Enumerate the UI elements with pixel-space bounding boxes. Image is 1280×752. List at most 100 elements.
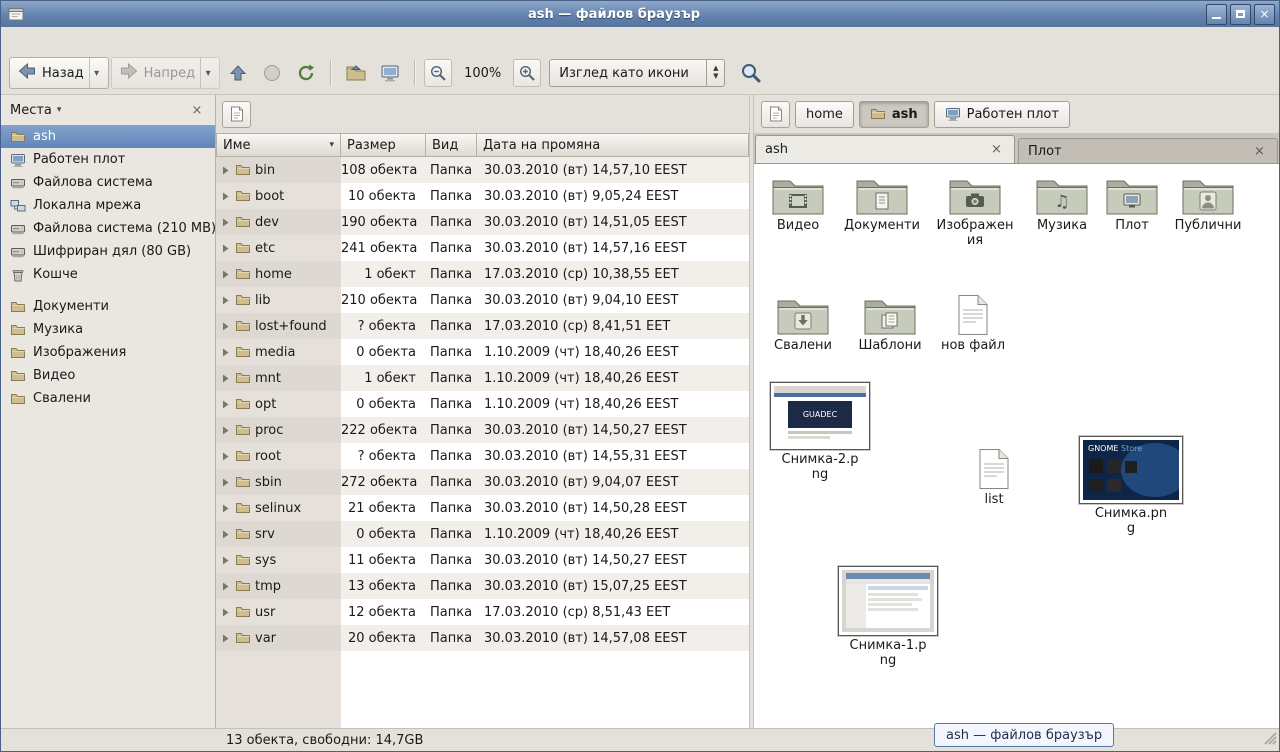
column-header-size[interactable]: Размер (341, 133, 426, 157)
tab-ash[interactable]: ash × (755, 135, 1015, 163)
file-Изображения[interactable]: Изображения (936, 172, 1014, 248)
table-row[interactable]: sys 11 обекта Папка 30.03.2010 (вт) 14,5… (216, 547, 749, 573)
table-row[interactable]: etc 241 обекта Папка 30.03.2010 (вт) 14,… (216, 235, 749, 261)
sidebar-item-Файлова система[interactable]: Файлова система (1, 171, 215, 194)
expander-icon[interactable] (220, 218, 231, 227)
menu-Помощ[interactable] (95, 37, 113, 43)
up-button[interactable] (222, 57, 254, 89)
sidebar-item-Кошче[interactable]: Кошче (1, 263, 215, 286)
path-button-home[interactable]: home (795, 101, 854, 128)
file-Музика[interactable]: ♫ Музика (1026, 172, 1098, 234)
table-row[interactable]: usr 12 обекта Папка 17.03.2010 (ср) 8,51… (216, 599, 749, 625)
expander-icon[interactable] (220, 478, 231, 487)
back-dropdown-arrow[interactable]: ▾ (89, 58, 104, 88)
expander-icon[interactable] (220, 296, 231, 305)
expander-icon[interactable] (220, 348, 231, 357)
sidebar-item-ash[interactable]: ash (1, 125, 215, 148)
file-Видео[interactable]: Видео (762, 172, 834, 234)
menu-Редактиране[interactable] (23, 37, 41, 43)
table-row[interactable]: var 20 обекта Папка 30.03.2010 (вт) 14,5… (216, 625, 749, 651)
chevron-down-icon[interactable]: ▾ (57, 105, 62, 115)
icon-view[interactable]: Видео Документи Изображения ♫ Музика Пло… (754, 163, 1279, 728)
minimize-button[interactable] (1206, 4, 1227, 25)
combo-spin-arrows[interactable]: ▲▼ (706, 60, 724, 86)
sidebar-item-Шифриран дял (80 GB)[interactable]: Шифриран дял (80 GB) (1, 240, 215, 263)
sidebar-item-Видео[interactable]: Видео (1, 364, 215, 387)
forward-button[interactable]: Напред ▾ (111, 57, 220, 89)
close-button[interactable]: × (1254, 4, 1275, 25)
expander-icon[interactable] (220, 556, 231, 565)
table-row[interactable]: bin 108 обекта Папка 30.03.2010 (вт) 14,… (216, 157, 749, 183)
reload-button[interactable] (290, 57, 322, 89)
expander-icon[interactable] (220, 400, 231, 409)
expander-icon[interactable] (220, 270, 231, 279)
expander-icon[interactable] (220, 426, 231, 435)
expander-icon[interactable] (220, 452, 231, 461)
expander-icon[interactable] (220, 608, 231, 617)
sidebar-item-Музика[interactable]: Музика (1, 318, 215, 341)
maximize-button[interactable] (1230, 4, 1251, 25)
table-row[interactable]: proc 222 обекта Папка 30.03.2010 (вт) 14… (216, 417, 749, 443)
location-toggle-button[interactable] (222, 101, 251, 128)
forward-dropdown-arrow[interactable]: ▾ (200, 58, 215, 88)
table-row[interactable]: mnt 1 обект Папка 1.10.2009 (чт) 18,40,2… (216, 365, 749, 391)
table-row[interactable]: sbin 272 обекта Папка 30.03.2010 (вт) 9,… (216, 469, 749, 495)
file-Плот[interactable]: Плот (1100, 172, 1164, 234)
file-list[interactable]: list (964, 448, 1024, 508)
sidebar-item-Локална мрежа[interactable]: Локална мрежа (1, 194, 215, 217)
table-row[interactable]: lost+found ? обекта Папка 17.03.2010 (ср… (216, 313, 749, 339)
sidebar-item-Изображения[interactable]: Изображения (1, 341, 215, 364)
expander-icon[interactable] (220, 244, 231, 253)
sidebar-item-Работен плот[interactable]: Работен плот (1, 148, 215, 171)
home-button[interactable] (340, 57, 372, 89)
menu-Отиване[interactable] (59, 37, 77, 43)
table-row[interactable]: lib 210 обекта Папка 30.03.2010 (вт) 9,0… (216, 287, 749, 313)
zoom-in-button[interactable] (513, 59, 541, 87)
expander-icon[interactable] (220, 504, 231, 513)
stop-button[interactable] (256, 57, 288, 89)
expander-icon[interactable] (220, 192, 231, 201)
path-button-Работен плот[interactable]: Работен плот (934, 101, 1070, 128)
tab-close-icon[interactable]: × (988, 141, 1005, 158)
sidebar-item-Свалени[interactable]: Свалени (1, 387, 215, 410)
menu-Отметки[interactable] (77, 37, 95, 43)
menu-Изглед[interactable] (41, 37, 59, 43)
table-row[interactable]: opt 0 обекта Папка 1.10.2009 (чт) 18,40,… (216, 391, 749, 417)
file-Публични[interactable]: Публични (1168, 172, 1248, 234)
column-header-name[interactable]: Име ▾ (216, 133, 341, 157)
file-Шаблони[interactable]: Шаблони (852, 292, 928, 354)
resize-grip[interactable] (1264, 732, 1277, 749)
tab-close-icon[interactable]: × (1251, 143, 1268, 160)
expander-icon[interactable] (220, 634, 231, 643)
sidebar-close-icon[interactable]: × (188, 103, 206, 118)
expander-icon[interactable] (220, 166, 231, 175)
column-header-date[interactable]: Дата на промяна (477, 133, 749, 157)
expander-icon[interactable] (220, 530, 231, 539)
table-row[interactable]: srv 0 обекта Папка 1.10.2009 (чт) 18,40,… (216, 521, 749, 547)
file-Снимка-2.png[interactable]: GUADEC Снимка-2.png (768, 382, 872, 482)
table-row[interactable]: root ? обекта Папка 30.03.2010 (вт) 14,5… (216, 443, 749, 469)
view-mode-select[interactable]: Изглед като икони ▲▼ (549, 59, 725, 87)
path-button-ash[interactable]: ash (859, 101, 929, 128)
file-нов файл[interactable]: нов файл (938, 294, 1008, 354)
table-row[interactable]: boot 10 обекта Папка 30.03.2010 (вт) 9,0… (216, 183, 749, 209)
expander-icon[interactable] (220, 322, 231, 331)
search-button[interactable] (735, 57, 767, 89)
back-button[interactable]: Назад ▾ (9, 57, 109, 89)
sidebar-item-Файлова система (210 MB)[interactable]: Файлова система (210 MB) (1, 217, 215, 240)
menu-Файл[interactable] (5, 37, 23, 43)
file-Снимка-1.png[interactable]: Снимка-1.png (836, 566, 940, 668)
zoom-out-button[interactable] (424, 59, 452, 87)
titlebar[interactable]: ash — файлов браузър × (1, 1, 1279, 27)
table-row[interactable]: dev 190 обекта Папка 30.03.2010 (вт) 14,… (216, 209, 749, 235)
file-Свалени[interactable]: Свалени (766, 292, 840, 354)
table-row[interactable]: selinux 21 обекта Папка 30.03.2010 (вт) … (216, 495, 749, 521)
file-Документи[interactable]: Документи (840, 172, 924, 234)
expander-icon[interactable] (220, 582, 231, 591)
sidebar-item-Документи[interactable]: Документи (1, 295, 215, 318)
expander-icon[interactable] (220, 374, 231, 383)
table-row[interactable]: home 1 обект Папка 17.03.2010 (ср) 10,38… (216, 261, 749, 287)
table-row[interactable]: media 0 обекта Папка 1.10.2009 (чт) 18,4… (216, 339, 749, 365)
file-Снимка.png[interactable]: GNOMEStore Снимка.png (1078, 436, 1184, 536)
location-toggle-button[interactable] (761, 101, 790, 128)
